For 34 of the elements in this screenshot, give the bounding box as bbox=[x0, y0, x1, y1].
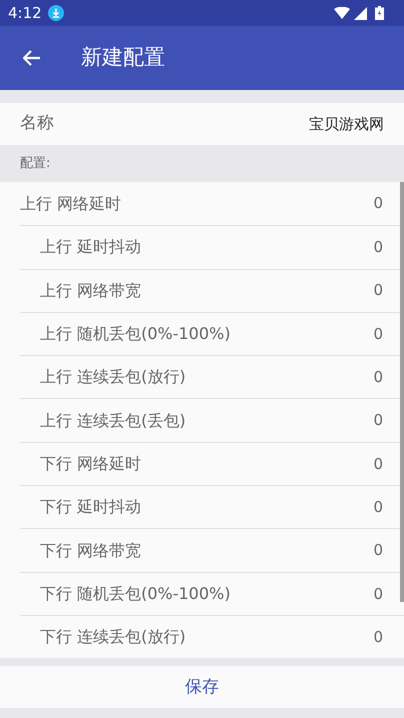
setting-label: 下行 网络延时 bbox=[40, 452, 142, 475]
back-arrow-icon bbox=[23, 50, 41, 66]
toolbar-title: 新建配置 bbox=[81, 44, 165, 72]
setting-value: 0 bbox=[373, 324, 383, 345]
status-time: 4:12 bbox=[8, 2, 42, 24]
setting-value: 0 bbox=[373, 410, 383, 432]
name-row[interactable]: 名称 宝贝游戏网 bbox=[0, 103, 404, 145]
setting-value: 0 bbox=[373, 237, 383, 258]
setting-value: 0 bbox=[373, 367, 383, 388]
setting-label: 下行 网络带宽 bbox=[40, 540, 142, 562]
setting-label: 上行 延时抖动 bbox=[40, 236, 142, 258]
name-label: 名称 bbox=[20, 112, 54, 136]
setting-value: 0 bbox=[373, 454, 383, 475]
setting-value: 0 bbox=[373, 540, 383, 562]
setting-value: 0 bbox=[373, 193, 383, 214]
setting-label: 上行 网络延时 bbox=[20, 192, 122, 215]
setting-label: 下行 连续丢包(放行) bbox=[40, 626, 186, 648]
battery-icon bbox=[375, 6, 384, 20]
setting-label: 上行 网络带宽 bbox=[40, 280, 142, 302]
save-button[interactable]: 保存 bbox=[173, 670, 231, 704]
signal-icon bbox=[354, 6, 367, 20]
section-title: 配置: bbox=[20, 154, 50, 173]
setting-label: 上行 连续丢包(丢包) bbox=[40, 410, 186, 432]
download-icon bbox=[48, 5, 64, 21]
setting-value: 0 bbox=[373, 496, 383, 518]
name-value: 宝贝游戏网 bbox=[309, 114, 384, 135]
wifi-icon bbox=[334, 7, 350, 19]
setting-value: 0 bbox=[373, 584, 383, 605]
setting-label: 下行 延时抖动 bbox=[40, 496, 142, 518]
setting-label: 下行 随机丢包(0%-100%) bbox=[40, 582, 230, 605]
setting-value: 0 bbox=[373, 626, 383, 648]
setting-label: 上行 随机丢包(0%-100%) bbox=[40, 323, 230, 346]
setting-label: 上行 连续丢包(放行) bbox=[40, 366, 186, 388]
setting-value: 0 bbox=[373, 280, 383, 302]
